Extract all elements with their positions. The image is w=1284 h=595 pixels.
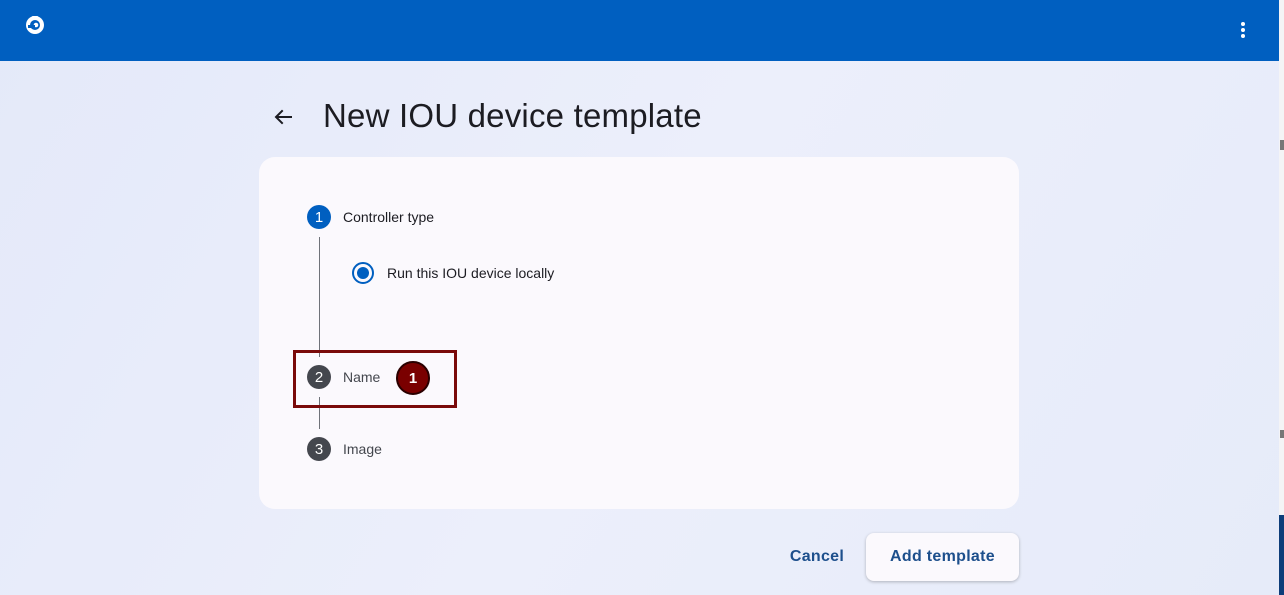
annotation-badge: 1 xyxy=(396,361,430,395)
annotation-highlight-box xyxy=(293,350,457,408)
step-controller-type[interactable]: Controller type xyxy=(343,209,434,225)
add-template-button[interactable]: Add template xyxy=(866,533,1019,581)
step-3-indicator: 3 xyxy=(307,437,331,461)
step-connector xyxy=(319,237,320,357)
more-vert-icon xyxy=(1241,22,1245,38)
run-locally-radio[interactable] xyxy=(352,262,374,284)
step-1-indicator: 1 xyxy=(307,205,331,229)
cancel-button[interactable]: Cancel xyxy=(776,533,858,581)
top-app-bar xyxy=(0,0,1279,61)
more-options-button[interactable] xyxy=(1230,16,1256,44)
step-image[interactable]: Image xyxy=(343,441,382,457)
run-locally-label[interactable]: Run this IOU device locally xyxy=(387,265,554,281)
radio-selected-dot xyxy=(357,267,369,279)
page-title: New IOU device template xyxy=(323,97,702,134)
window-edge xyxy=(1279,0,1284,595)
arrow-back-icon xyxy=(274,109,292,125)
back-button[interactable] xyxy=(268,102,298,132)
chameleon-logo-icon[interactable] xyxy=(24,13,46,35)
